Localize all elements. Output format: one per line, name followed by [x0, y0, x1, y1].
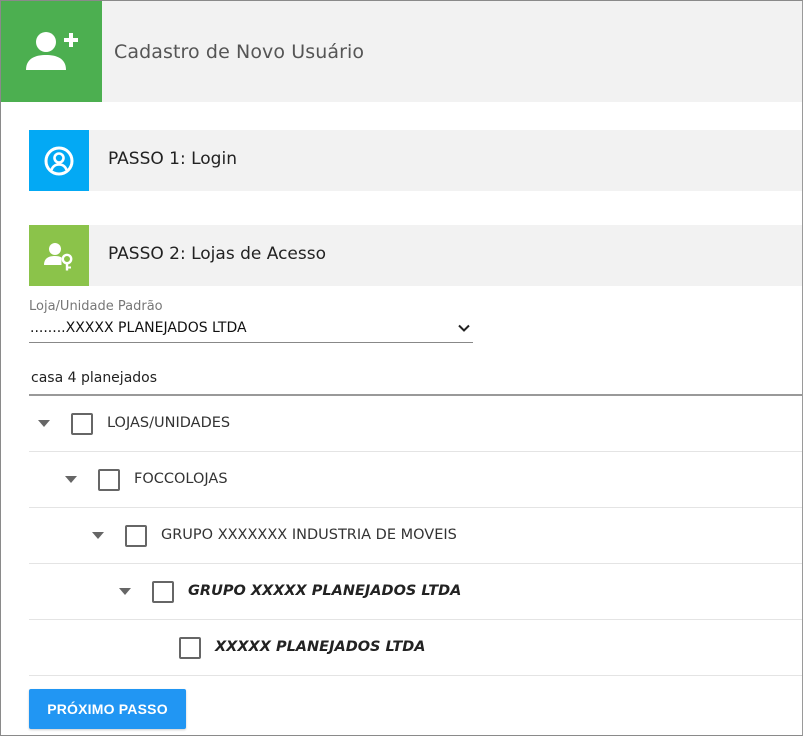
page-title: Cadastro de Novo Usuário	[114, 41, 365, 63]
store-search-input[interactable]: casa 4 planejados	[29, 362, 802, 396]
caret-down-icon[interactable]	[65, 476, 77, 483]
default-store-label: Loja/Unidade Padrão	[29, 299, 163, 314]
tree-checkbox[interactable]	[152, 581, 174, 603]
account-circle-icon	[44, 146, 74, 175]
step-stores-header[interactable]: PASSO 2: Lojas de Acesso	[29, 225, 802, 286]
header-icon-box	[1, 1, 102, 102]
step-title: PASSO 1: Login	[108, 149, 237, 169]
step-icon-box	[29, 130, 89, 191]
default-store-select[interactable]: ........XXXXX PLANEJADOS LTDA	[29, 317, 473, 343]
step-login-header[interactable]: PASSO 1: Login	[29, 130, 802, 191]
tree-checkbox[interactable]	[125, 525, 147, 547]
user-key-icon	[44, 242, 73, 270]
tree-label: GRUPO XXXXXXX INDUSTRIA DE MOVEIS	[161, 527, 457, 543]
search-value: casa 4 planejados	[31, 370, 158, 386]
add-user-icon	[25, 31, 78, 70]
tree-label: XXXXX PLANEJADOS LTDA	[215, 639, 426, 655]
tree-row: XXXXX PLANEJADOS LTDA	[29, 620, 802, 676]
tree-checkbox[interactable]	[71, 413, 93, 435]
default-store-value: ........XXXXX PLANEJADOS LTDA	[30, 320, 247, 336]
tree-label: FOCCOLOJAS	[134, 471, 228, 487]
chevron-down-icon	[458, 324, 470, 332]
tree-row: GRUPO XXXXXXX INDUSTRIA DE MOVEIS	[29, 508, 802, 564]
tree-label: GRUPO XXXXX PLANEJADOS LTDA	[188, 583, 462, 599]
tree-row: FOCCOLOJAS	[29, 452, 802, 508]
tree-row: LOJAS/UNIDADES	[29, 396, 802, 452]
tree-checkbox[interactable]	[179, 637, 201, 659]
step-icon-box	[29, 225, 89, 286]
caret-down-icon[interactable]	[119, 588, 131, 595]
tree-label: LOJAS/UNIDADES	[107, 415, 231, 431]
caret-down-icon[interactable]	[92, 532, 104, 539]
page-header: Cadastro de Novo Usuário	[1, 1, 802, 102]
step-title: PASSO 2: Lojas de Acesso	[108, 244, 326, 264]
tree-checkbox[interactable]	[98, 469, 120, 491]
caret-down-icon[interactable]	[38, 420, 50, 427]
next-step-button[interactable]: PRÓXIMO PASSO	[29, 689, 186, 729]
tree-row: GRUPO XXXXX PLANEJADOS LTDA	[29, 564, 802, 620]
